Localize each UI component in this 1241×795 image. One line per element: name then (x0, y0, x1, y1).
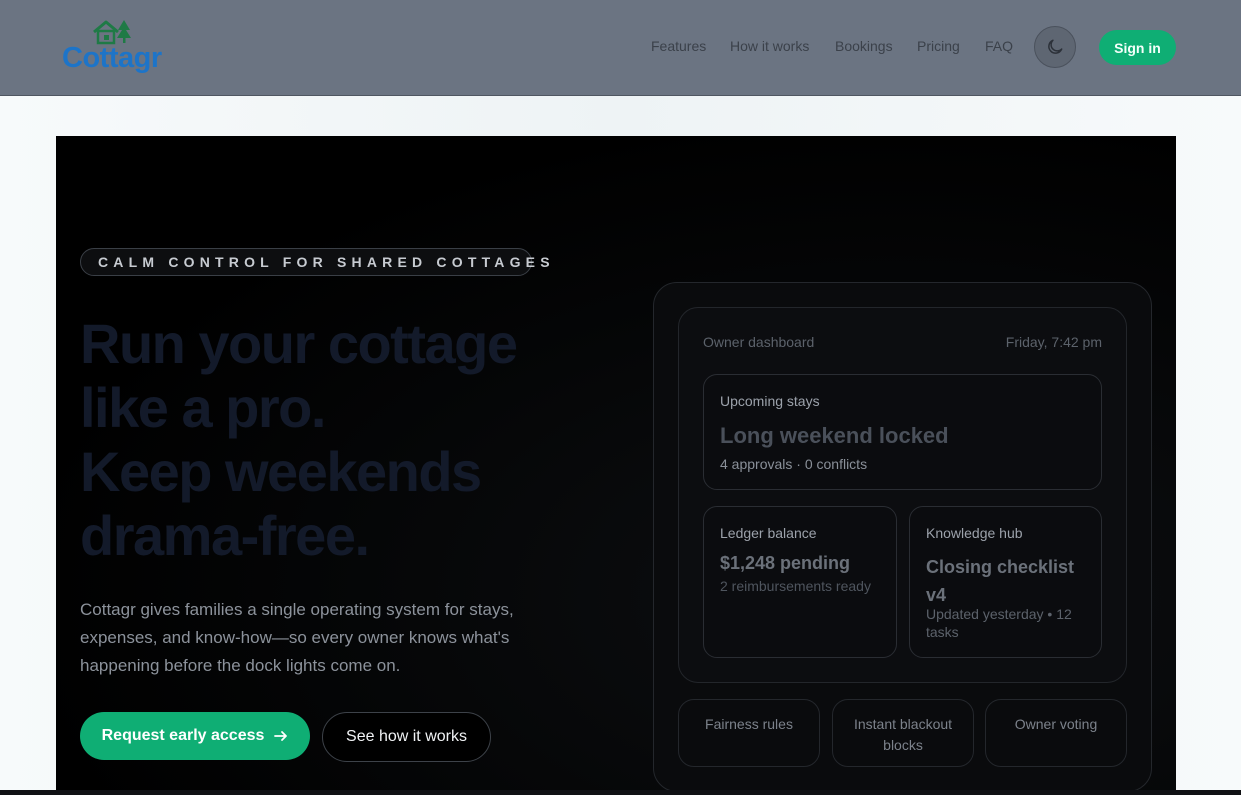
request-access-label: Request early access (101, 727, 265, 744)
ledger-balance-label: Ledger balance (720, 525, 817, 541)
upcoming-stays-card: Upcoming stays Long weekend locked 4 app… (703, 374, 1102, 490)
chip-fairness-rules: Fairness rules (678, 699, 820, 767)
hero-headline: Run your cottage like a pro. Keep weeken… (80, 312, 550, 568)
chip-instant-blackout-blocks: Instant blackout blocks (832, 699, 974, 767)
upcoming-stays-label: Upcoming stays (720, 393, 820, 409)
ledger-balance-meta: 2 reimbursements ready (720, 578, 871, 594)
arrow-right-icon (274, 731, 288, 741)
nav-features[interactable]: Features (651, 38, 706, 54)
headline-line-3: Keep weekends (80, 440, 482, 503)
dashboard-panel: Owner dashboard Friday, 7:42 pm Upcoming… (678, 307, 1127, 683)
knowledge-hub-meta: Updated yesterday • 12 tasks (926, 606, 1072, 640)
hero-eyebrow: CALM CONTROL FOR SHARED COTTAGES (80, 248, 550, 276)
knowledge-hub-label: Knowledge hub (926, 525, 1023, 541)
headline-line-4: drama-free. (80, 504, 370, 567)
knowledge-hub-card: Knowledge hub Closing checklist v4 Updat… (909, 506, 1102, 658)
knowledge-hub-value: Closing checklist v4 (926, 553, 1096, 609)
nav-how-it-works[interactable]: How it works (730, 38, 809, 54)
moon-icon (1048, 39, 1063, 54)
see-how-it-works-button[interactable]: See how it works (322, 712, 491, 762)
ledger-balance-card: Ledger balance $1,248 pending 2 reimburs… (703, 506, 897, 658)
hero-section: CALM CONTROL FOR SHARED COTTAGES Run you… (56, 136, 1176, 795)
dashboard-time: Friday, 7:42 pm (1005, 334, 1102, 350)
dashboard-title: Owner dashboard (703, 334, 815, 350)
knowledge-hub-value-line-1: Closing checklist (926, 557, 1075, 577)
nav-bookings[interactable]: Bookings (835, 38, 893, 54)
headline-line-1: Run your cottage (80, 312, 518, 375)
chip-owner-voting: Owner voting (985, 699, 1127, 767)
dashboard-preview: Owner dashboard Friday, 7:42 pm Upcoming… (653, 282, 1152, 792)
signin-button[interactable]: Sign in (1099, 30, 1176, 65)
hero-lead: Cottagr gives families a single operatin… (80, 600, 514, 675)
upcoming-stays-meta: 4 approvals · 0 conflicts (720, 456, 868, 472)
bottom-edge (0, 790, 1241, 795)
theme-toggle-button[interactable] (1034, 26, 1076, 68)
ledger-balance-value: $1,248 pending (720, 553, 851, 573)
nav-faq[interactable]: FAQ (985, 38, 1013, 54)
headline-line-2: like a pro. (80, 376, 326, 439)
request-access-button[interactable]: Request early access (80, 712, 310, 760)
site-header: Cottagr Features How it works Bookings P… (0, 0, 1241, 96)
upcoming-stays-value: Long weekend locked (720, 423, 949, 448)
nav-pricing[interactable]: Pricing (917, 38, 960, 54)
